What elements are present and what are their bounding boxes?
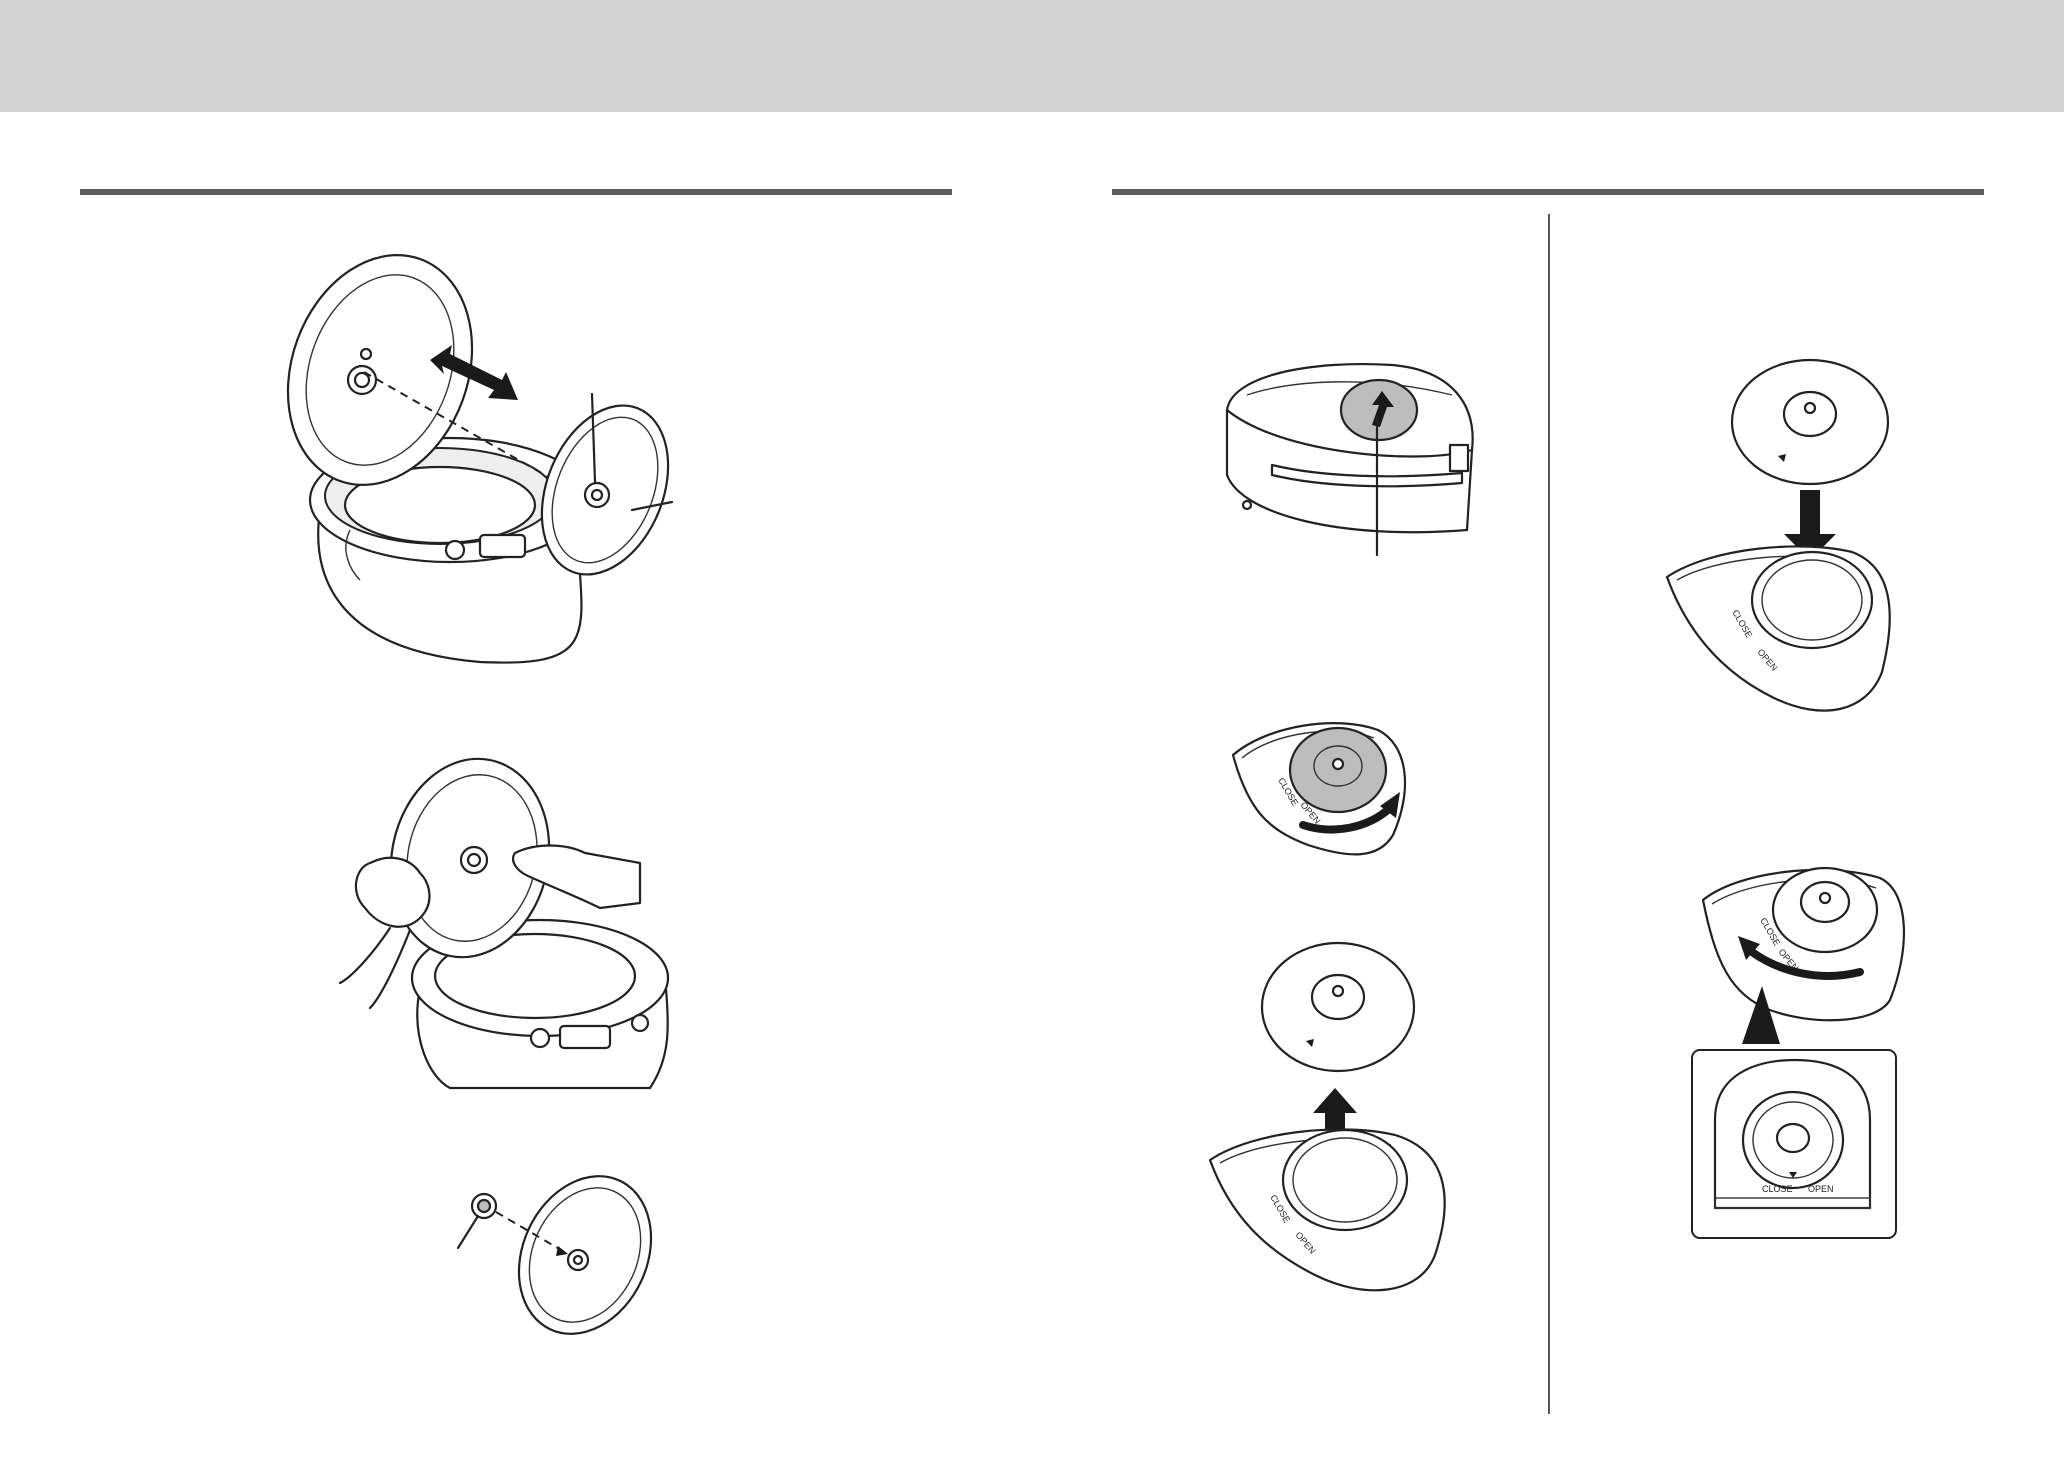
figure-attach-inner-lid (338, 757, 670, 1090)
figure-turn-cap-close: CLOSE OPEN CLOSE OPEN (1691, 866, 1906, 1239)
header-band (0, 0, 2064, 112)
figure-steam-vent-location (1225, 362, 1474, 557)
figure-insert-cap: CLOSE OPEN (1665, 358, 1891, 712)
section-rule-left (80, 189, 952, 195)
figure-remove-inner-lid (286, 254, 674, 664)
figure-turn-cap-open: CLOSE OPEN (1231, 722, 1407, 856)
section-rule-right (1112, 189, 1984, 195)
column-divider (1548, 214, 1550, 1414)
open-label-inset: OPEN (1808, 1184, 1834, 1194)
close-label-inset: CLOSE (1762, 1184, 1793, 1194)
figure-lift-cap: CLOSE OPEN (1208, 941, 1446, 1292)
figure-seal-ring (456, 1175, 653, 1335)
